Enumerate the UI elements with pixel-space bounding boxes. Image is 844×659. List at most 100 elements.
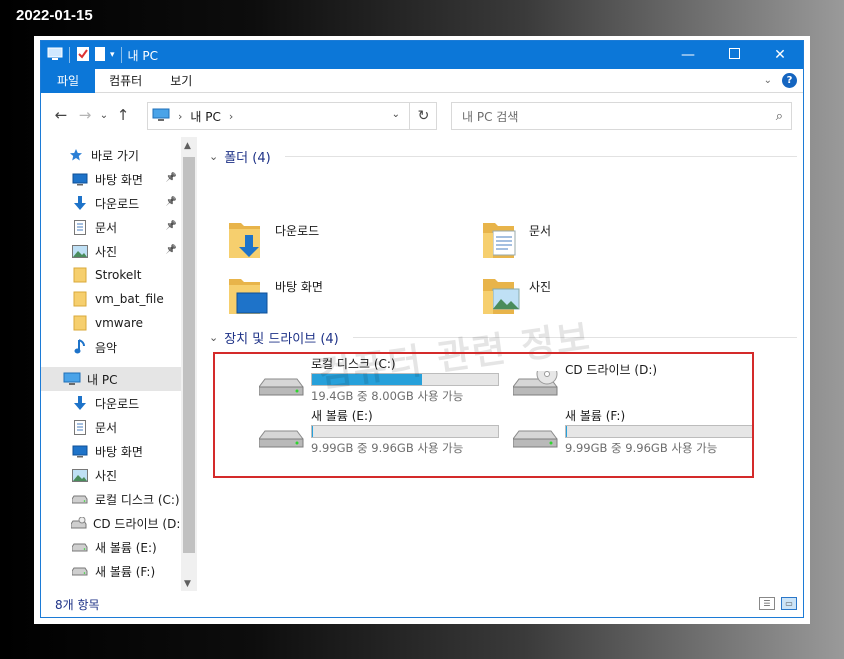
maximize-icon: [728, 47, 740, 63]
collapse-chevron-icon[interactable]: ⌄: [209, 150, 218, 163]
search-placeholder: 내 PC 검색: [462, 109, 519, 124]
folder-label: 바탕 화면: [275, 280, 323, 294]
properties-icon[interactable]: [76, 46, 90, 65]
folder-tile-downloads[interactable]: 다운로드: [227, 217, 319, 261]
sidebar-item[interactable]: 바탕 화면: [41, 439, 181, 463]
sidebar-item[interactable]: 새 볼륨 (F:): [41, 559, 181, 583]
sidebar-item-label: 사진: [95, 468, 118, 483]
ribbon-tabs: 파일 컴퓨터 보기 ⌄ ?: [41, 68, 803, 93]
folder-tile-desktop[interactable]: 바탕 화면: [227, 273, 323, 317]
refresh-icon: ↻: [417, 108, 430, 124]
maximize-button[interactable]: [711, 41, 757, 69]
tiles-view-icon[interactable]: ▭: [781, 597, 797, 610]
picture-icon: [71, 243, 89, 259]
sidebar-item[interactable]: 사진: [41, 463, 181, 487]
details-view-icon[interactable]: ☰: [759, 597, 775, 610]
quick-access-toolbar: ▾: [41, 41, 124, 69]
group-divider: [285, 156, 797, 157]
sidebar-item[interactable]: 문서 📌: [41, 215, 181, 239]
sidebar-item[interactable]: 로컬 디스크 (C:): [41, 487, 181, 511]
sidebar-item-label: 음악: [95, 340, 118, 355]
drive-icon: [71, 491, 89, 507]
sidebar-item[interactable]: StrokeIt: [41, 263, 181, 287]
navigation-pane: 바로 가기 바탕 화면 📌 다운로드 📌 문서 📌 사진 📌 StrokeIt vm_bat_fil…: [41, 137, 197, 589]
sidebar-item[interactable]: 새 볼륨 (E:): [41, 535, 181, 559]
back-button[interactable]: ←: [49, 106, 73, 124]
toolbar-separator: [120, 47, 122, 63]
help-button[interactable]: ?: [782, 73, 797, 88]
customize-toolbar-icon[interactable]: ▾: [110, 50, 115, 60]
sidebar-item[interactable]: 다운로드: [41, 391, 181, 415]
star-icon: [67, 147, 85, 163]
screenshot-frame: ▾ 내 PC — ✕ 파일 컴퓨터 보기 ⌄ ? ← → ⌄ ↑ › 내 PC …: [34, 36, 810, 624]
pin-icon: 📌: [165, 245, 177, 255]
recent-locations-button[interactable]: ⌄: [97, 110, 111, 121]
expand-ribbon-icon[interactable]: ⌄: [764, 75, 772, 86]
address-dropdown-icon[interactable]: ⌄: [392, 109, 400, 120]
sidebar-item-label: 새 볼륨 (F:): [95, 564, 156, 579]
folder-tile-documents[interactable]: 문서: [481, 217, 551, 261]
search-icon: ⌕: [775, 109, 783, 124]
search-input[interactable]: 내 PC 검색 ⌕: [451, 102, 792, 130]
navigation-bar: ← → ⌄ ↑ › 내 PC › ⌄ ↻ 내 PC 검색 ⌕: [41, 94, 803, 136]
sidebar-item[interactable]: vm_bat_file: [41, 287, 181, 311]
sidebar-item-label: 다운로드: [95, 196, 140, 211]
sidebar-item-label: 바로 가기: [91, 148, 139, 163]
window-title: 내 PC: [127, 48, 159, 63]
computer-icon: [47, 47, 63, 64]
breadcrumb-chevron-icon[interactable]: ›: [178, 110, 182, 123]
sidebar-item[interactable]: 음악: [41, 335, 181, 359]
folder-icon: [71, 291, 89, 307]
picture-icon: [71, 467, 89, 483]
pictures-folder-icon: [481, 273, 523, 317]
refresh-button[interactable]: ↻: [409, 102, 437, 130]
folder-icon: [71, 315, 89, 331]
folder-label: 문서: [529, 224, 552, 238]
sidebar-item-label: 새 볼륨 (E:): [95, 540, 157, 555]
address-bar[interactable]: › 내 PC › ⌄: [147, 102, 437, 130]
document-icon: [71, 219, 89, 235]
sidebar-item-label: vm_bat_file: [95, 292, 164, 306]
forward-button[interactable]: →: [73, 106, 97, 124]
drives-highlight-box: [213, 352, 754, 478]
collapse-chevron-icon[interactable]: ⌄: [209, 331, 218, 344]
computer-icon: [152, 108, 170, 125]
sidebar-item[interactable]: 바로 가기: [41, 143, 181, 167]
computer-icon: [63, 371, 81, 387]
sidebar-item[interactable]: 문서: [41, 415, 181, 439]
sidebar-item-label: vmware: [95, 316, 144, 330]
folder-tile-pictures[interactable]: 사진: [481, 273, 551, 317]
sidebar-item-label: 로컬 디스크 (C:): [95, 492, 180, 507]
tab-file[interactable]: 파일: [41, 68, 96, 93]
scrollbar-thumb[interactable]: [183, 157, 195, 553]
desktop-icon: [71, 443, 89, 459]
sidebar-item[interactable]: 다운로드 📌: [41, 191, 181, 215]
music-note-icon: [71, 339, 89, 355]
scroll-up-icon[interactable]: ▲: [184, 141, 191, 151]
tab-view[interactable]: 보기: [156, 69, 206, 93]
navigation-pane-scrollbar[interactable]: ▲ ▼: [181, 137, 197, 591]
close-button[interactable]: ✕: [757, 41, 803, 69]
breadcrumb-this-pc[interactable]: 내 PC: [190, 108, 220, 125]
sidebar-item[interactable]: 바탕 화면 📌: [41, 167, 181, 191]
drive-icon: [71, 563, 89, 579]
sidebar-item[interactable]: 사진 📌: [41, 239, 181, 263]
sidebar-item-label: 문서: [95, 220, 118, 235]
scroll-down-icon[interactable]: ▼: [184, 579, 191, 589]
sidebar-item[interactable]: vmware: [41, 311, 181, 335]
cd-drive-icon: [71, 515, 87, 531]
up-button[interactable]: ↑: [111, 106, 135, 124]
document-icon: [71, 419, 89, 435]
new-folder-icon[interactable]: [94, 46, 106, 65]
breadcrumb-chevron-icon[interactable]: ›: [229, 110, 233, 123]
minimize-button[interactable]: —: [665, 41, 711, 69]
pin-icon: 📌: [165, 197, 177, 207]
view-buttons: ☰ ▭: [759, 597, 797, 610]
tab-computer[interactable]: 컴퓨터: [95, 69, 156, 93]
sidebar-item[interactable]: 내 PC: [41, 367, 181, 391]
folders-group-header[interactable]: ⌄ 폴더 (4): [209, 145, 271, 167]
toolbar-separator: [69, 47, 70, 63]
sidebar-item[interactable]: CD 드라이브 (D:): [41, 511, 185, 535]
explorer-window: ▾ 내 PC — ✕ 파일 컴퓨터 보기 ⌄ ? ← → ⌄ ↑ › 내 PC …: [40, 40, 804, 618]
sidebar-item-label: 다운로드: [95, 396, 140, 411]
